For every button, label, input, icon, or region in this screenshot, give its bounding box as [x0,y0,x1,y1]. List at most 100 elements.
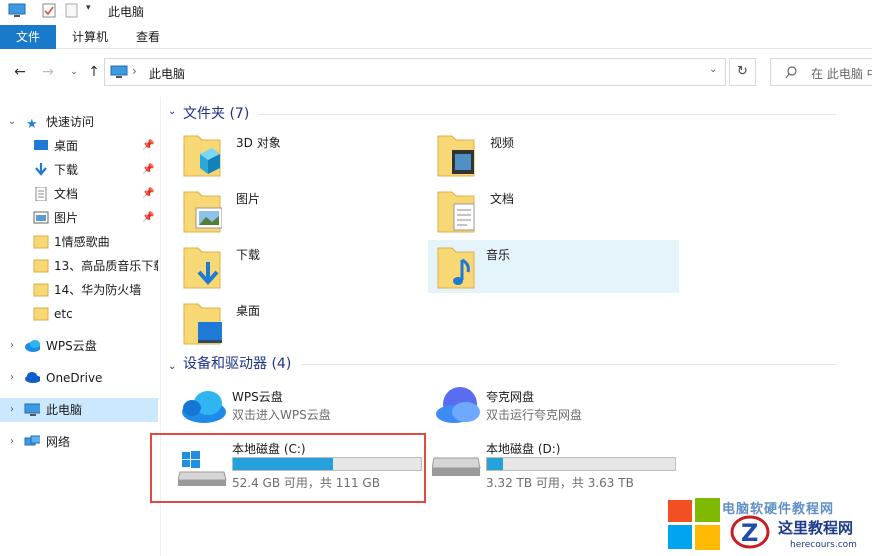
tab-file[interactable]: 文件 [0,25,56,49]
forward-arrow-icon[interactable]: → [40,64,56,80]
sidebar-item-documents[interactable]: 文档 📌 [0,182,158,206]
drive-description: 双击运行夸克网盘 [486,408,583,422]
folder-icon [33,283,49,297]
chevron-down-icon[interactable]: ⌄ [6,110,18,134]
search-box[interactable]: 在 此电脑 中 [770,58,872,86]
group-divider [302,364,836,365]
windows-logo-icon [668,498,720,550]
onedrive-icon [25,372,40,383]
chevron-right-icon[interactable]: › [6,398,18,422]
hard-drive-icon [432,457,481,476]
sidebar-item-label: 快速访问 [46,115,95,129]
windows-drive-icon [178,451,227,486]
sidebar-item-network[interactable]: › 网络 [0,430,158,454]
folder-pictures[interactable]: 图片 [178,184,426,238]
tab-computer[interactable]: 计算机 [62,25,118,49]
drive-usage-bar [232,457,422,471]
up-arrow-icon[interactable]: ↑ [86,64,102,80]
3d-objects-folder-icon [183,135,221,177]
drive-usage-bar [486,457,676,471]
chevron-right-icon[interactable]: › [6,366,18,390]
pin-icon[interactable]: 📌 [142,158,154,182]
sidebar-item-label: 此电脑 [46,403,83,417]
sidebar-item-label: 13、高品质音乐下载 [54,259,158,273]
drive-wps-cloud[interactable]: WPS云盘 双击进入WPS云盘 [150,380,426,432]
group-header-folders[interactable]: 文件夹 (7) [183,104,249,124]
sidebar-item-folder[interactable]: 13、高品质音乐下载 [0,254,158,278]
wps-cloud-icon [182,391,226,423]
sidebar-item-label: OneDrive [46,371,103,385]
folder-downloads[interactable]: 下载 [178,240,426,294]
sidebar-item-label: WPS云盘 [46,339,97,353]
folder-icon [33,307,49,321]
star-icon: ★ [26,117,38,132]
drive-quark-cloud[interactable]: 夸克网盘 双击运行夸克网盘 [404,380,680,432]
cloud-icon [25,340,40,352]
refresh-button[interactable]: ↻ [729,58,756,86]
sidebar-item-downloads[interactable]: 下载 📌 [0,158,158,182]
sidebar-item-folder[interactable]: 1情感歌曲 [0,230,158,254]
sidebar-item-wps[interactable]: › WPS云盘 [0,334,158,358]
group-header-devices[interactable]: 设备和驱动器 (4) [183,354,291,374]
sidebar-item-desktop[interactable]: 桌面 📌 [0,134,158,158]
navigation-pane: ⌄ ★ 快速访问 桌面 📌 下载 📌 文档 📌 图片 📌 1情感歌曲 13、高品… [0,97,158,556]
svg-text:Z: Z [741,519,758,547]
drive-c[interactable]: 本地磁盘 (C:) 52.4 GB 可用，共 111 GB [150,436,426,498]
address-location[interactable]: 此电脑 [149,65,185,82]
group-divider [258,114,836,115]
desktop-icon [34,140,48,150]
chevron-down-icon[interactable]: ⌄ [168,361,176,372]
recent-locations-icon[interactable]: ⌄ [66,64,82,80]
drive-space: 3.32 TB 可用，共 3.63 TB [486,476,634,490]
folder-label: 音乐 [486,248,511,262]
pictures-folder-icon [183,191,222,233]
sidebar-item-label: 14、华为防火墙 [54,283,142,297]
window-title: 此电脑 [108,5,145,19]
pin-icon[interactable]: 📌 [142,134,154,158]
drive-d[interactable]: 本地磁盘 (D:) 3.32 TB 可用，共 3.63 TB [404,436,680,498]
watermark-badge-icon: Z [730,515,770,549]
address-dropdown-icon[interactable]: ⌄ [709,64,717,75]
pin-icon[interactable]: 📌 [142,182,154,206]
drive-name: WPS云盘 [232,390,283,404]
video-folder-icon [437,135,475,177]
back-arrow-icon[interactable]: ← [12,64,28,80]
new-folder-icon[interactable] [65,3,78,18]
folder-documents[interactable]: 文档 [432,184,680,238]
sidebar-item-label: 桌面 [54,139,79,153]
chevron-right-icon[interactable]: › [6,334,18,358]
sidebar-item-label: 网络 [46,435,71,449]
folder-music[interactable]: 音乐 [428,240,679,293]
sidebar-item-onedrive[interactable]: › OneDrive [0,366,158,390]
folder-videos[interactable]: 视频 [432,128,680,182]
folder-icon [33,259,49,273]
chevron-right-icon[interactable]: › [6,430,18,454]
sidebar-item-folder[interactable]: 14、华为防火墙 [0,278,158,302]
sidebar-item-folder[interactable]: etc [0,302,158,326]
folder-3d-objects[interactable]: 3D 对象 [178,128,426,182]
address-bar[interactable]: › 此电脑 ⌄ [104,58,726,86]
sidebar-item-thispc[interactable]: › 此电脑 [0,398,158,422]
drive-name: 本地磁盘 (C:) [232,442,306,456]
refresh-icon: ↻ [737,64,748,79]
folder-desktop[interactable]: 桌面 [178,296,426,350]
folder-label: 桌面 [236,304,261,318]
drive-name: 夸克网盘 [486,390,535,404]
folder-label: 下载 [236,248,261,262]
properties-icon[interactable] [42,3,56,18]
sidebar-item-pictures[interactable]: 图片 📌 [0,206,158,230]
chevron-down-icon[interactable]: ⌄ [168,106,176,117]
drive-usage-fill [487,458,503,470]
drive-name: 本地磁盘 (D:) [486,442,561,456]
customize-qat-icon[interactable]: ▾ [86,3,91,13]
folder-icon [33,235,49,249]
sidebar-item-quick-access[interactable]: ⌄ ★ 快速访问 [0,110,158,134]
pin-icon[interactable]: 📌 [142,206,154,230]
documents-folder-icon [437,191,475,233]
folder-label: 图片 [236,192,261,206]
address-separator[interactable]: › [132,64,137,78]
picture-icon [33,211,49,224]
download-icon [35,163,47,176]
music-folder-icon [437,247,475,289]
tab-view[interactable]: 查看 [122,25,174,49]
